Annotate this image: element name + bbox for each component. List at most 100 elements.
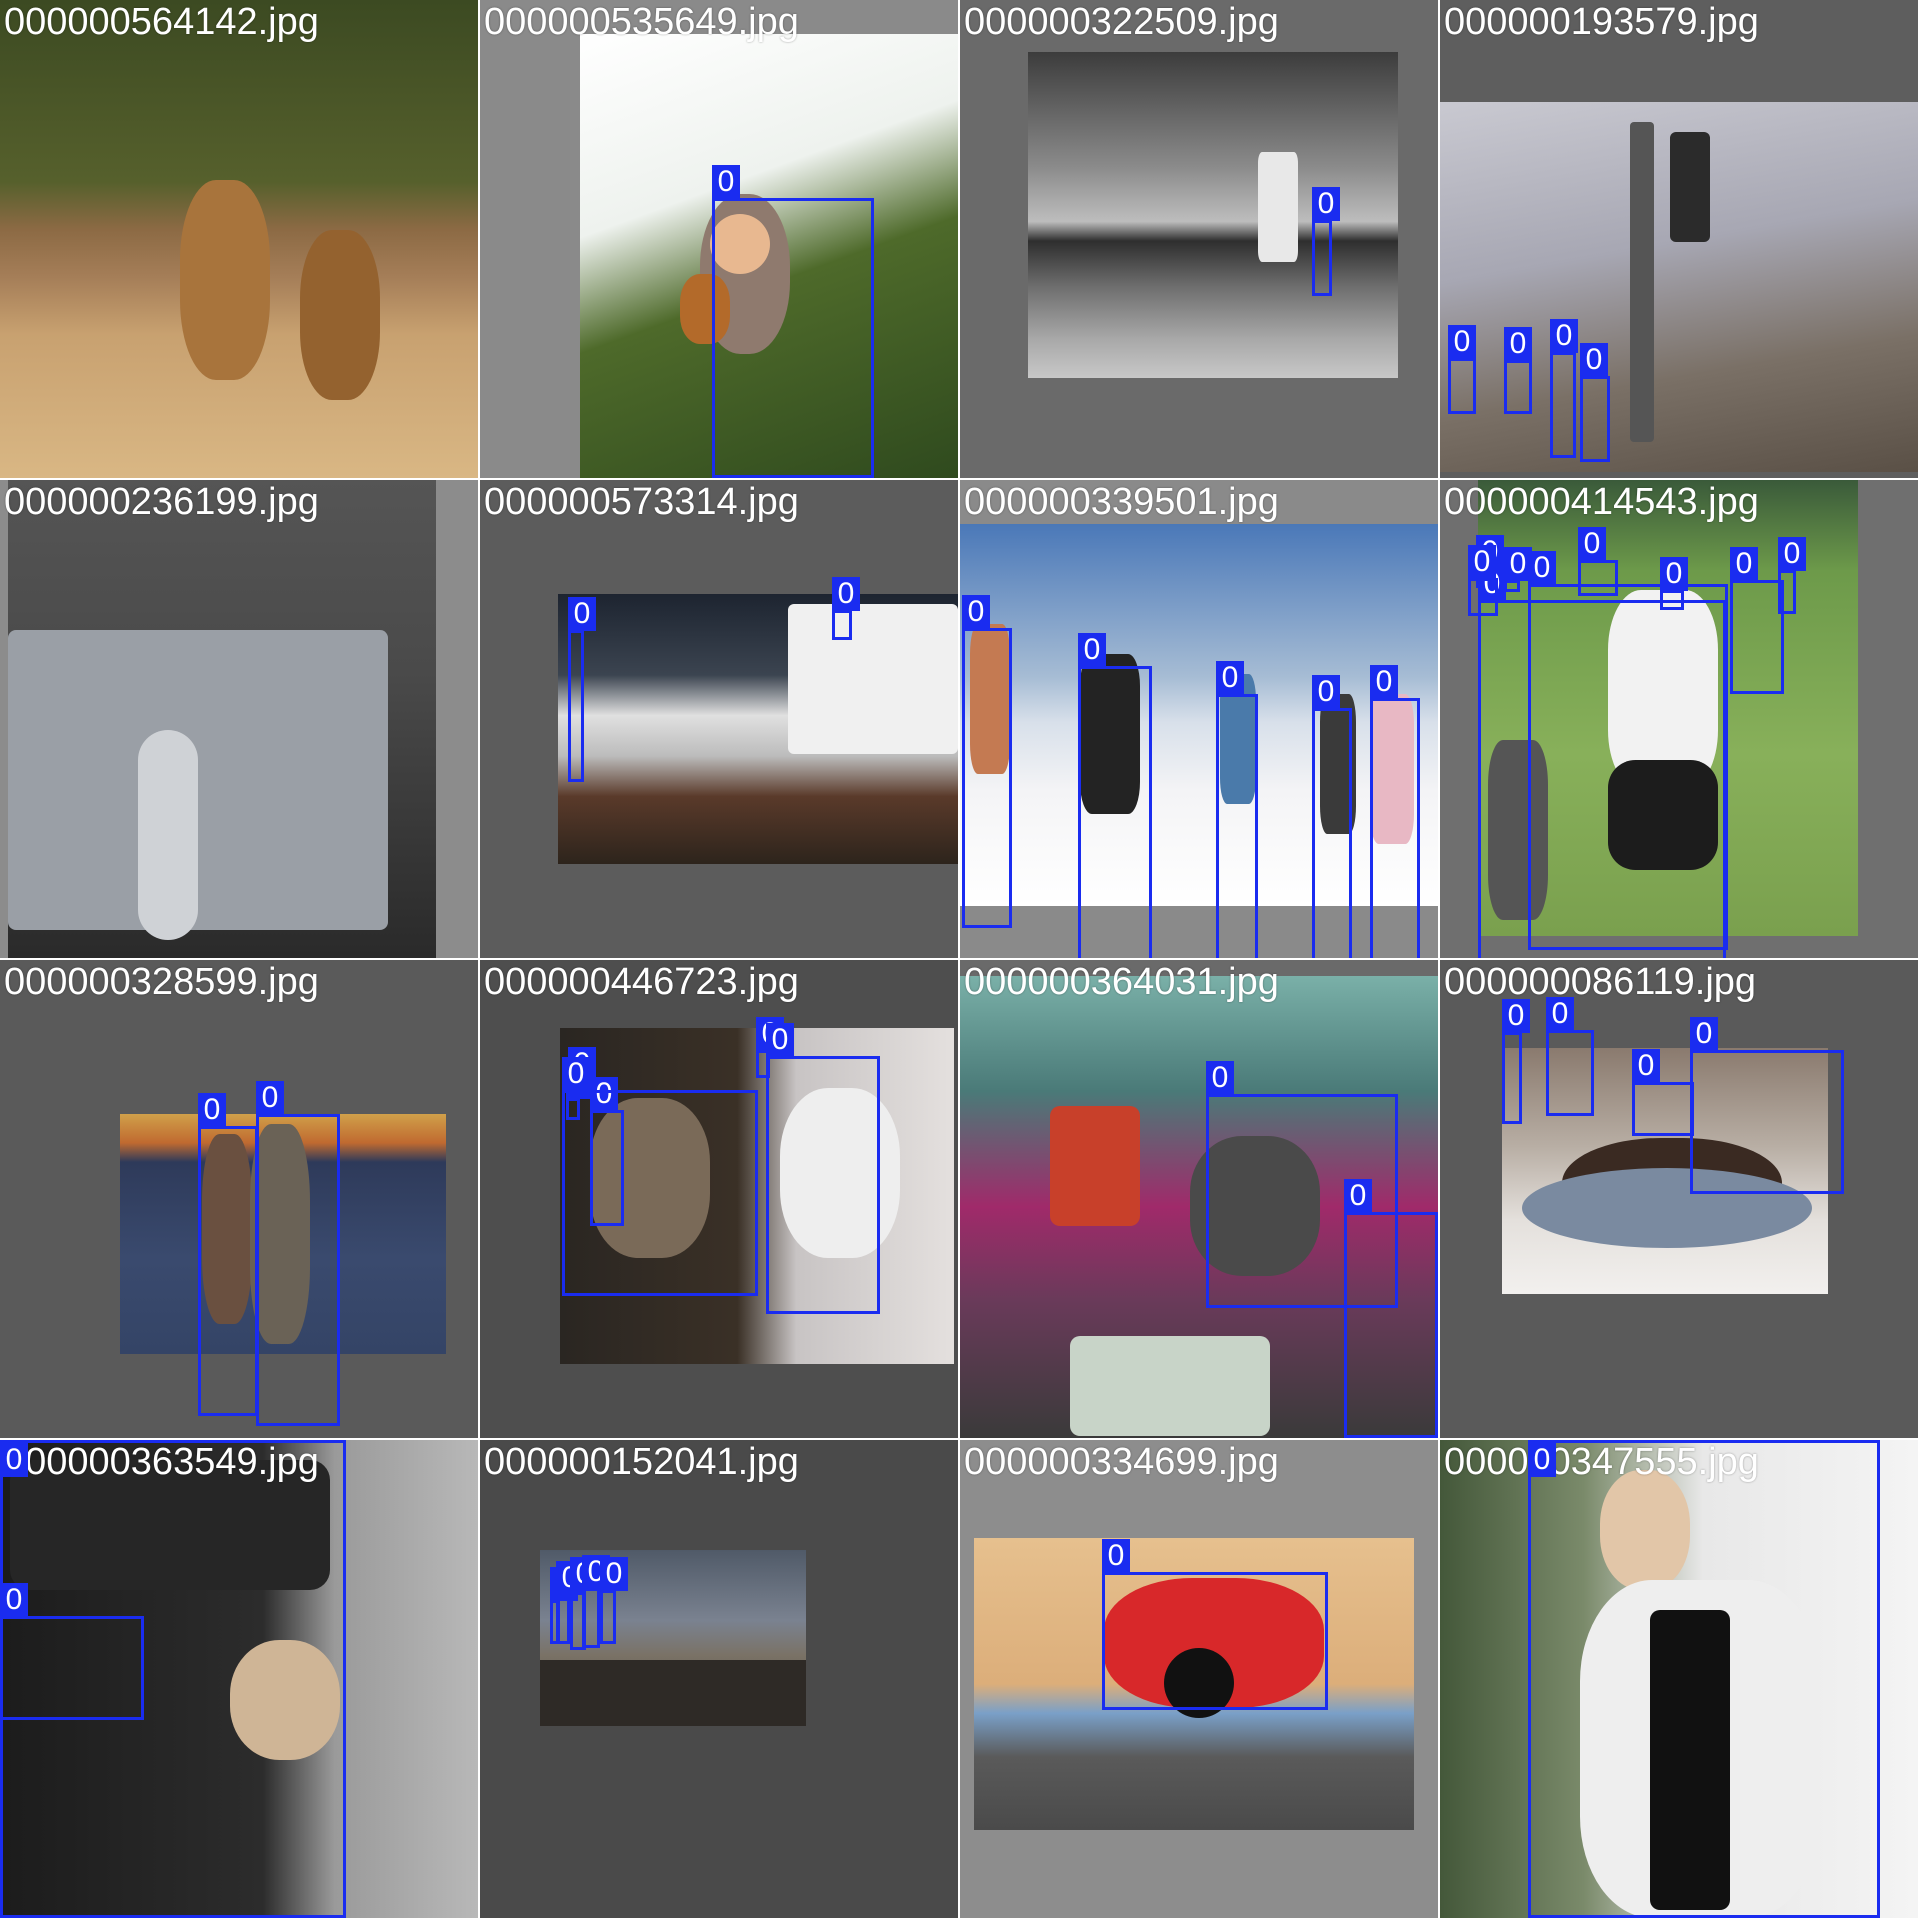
detection-box: 0 xyxy=(1730,547,1784,694)
detection-box: 0 xyxy=(556,1561,584,1644)
grid-tile: 000000086119.jpg 0 0 0 0 xyxy=(1440,960,1918,1438)
grid-tile: 000000363549.jpg 0 0 xyxy=(0,1440,478,1918)
detection-label: 0 xyxy=(832,577,860,611)
grid-tile: 000000328599.jpg 0 0 xyxy=(0,960,478,1438)
detection-box: 0 xyxy=(1550,319,1578,458)
detection-label: 0 xyxy=(1778,537,1806,571)
detection-label: 0 xyxy=(1578,527,1606,561)
tile-filename: 000000446723.jpg xyxy=(484,961,799,1003)
detection-label: 0 xyxy=(1528,551,1556,585)
detection-label: 0 xyxy=(1312,187,1340,221)
tile-filename: 000000573314.jpg xyxy=(484,481,799,523)
detection-box: 0 xyxy=(1690,1017,1844,1194)
tile-photo xyxy=(558,594,958,864)
detection-label: 0 xyxy=(1632,1049,1660,1083)
tile-photo xyxy=(1028,52,1398,378)
grid-tile: 000000414543.jpg000000000 xyxy=(1440,480,1918,958)
detection-box: 0 xyxy=(582,1555,610,1648)
detection-box: 0 xyxy=(962,595,1012,928)
grid-tile: 000000334699.jpg 0 xyxy=(960,1440,1438,1918)
detection-box: 0 xyxy=(0,1583,144,1720)
tile-filename: 000000152041.jpg xyxy=(484,1441,799,1483)
detection-box: 0 xyxy=(198,1093,258,1416)
detection-label: 0 xyxy=(256,1081,284,1115)
detection-label: 0 xyxy=(1312,675,1340,709)
detection-label: 0 xyxy=(1216,661,1244,695)
detection-label: 0 xyxy=(1690,1017,1718,1051)
detection-box: 0 xyxy=(1312,187,1340,296)
grid-tile: 000000339501.jpg 0 0 0 0 0 xyxy=(960,480,1438,958)
tile-filename: 000000328599.jpg xyxy=(4,961,319,1003)
tile-filename: 000000364031.jpg xyxy=(964,961,1279,1003)
detection-box: 0 xyxy=(256,1081,340,1426)
grid-tile: 000000446723.jpg000000 xyxy=(480,960,958,1438)
detection-label: 0 xyxy=(1546,997,1574,1031)
tile-filename: 000000086119.jpg xyxy=(1444,961,1757,1003)
tile-filename: 000000236199.jpg xyxy=(4,481,319,523)
detection-box: 0 xyxy=(832,577,860,640)
detection-label: 0 xyxy=(712,165,740,199)
detection-label: 0 xyxy=(1206,1061,1234,1095)
grid-tile: 000000535649.jpg 0 xyxy=(480,0,958,478)
detection-label: 0 xyxy=(1528,1443,1556,1477)
grid-tile: 000000236199.jpg xyxy=(0,480,478,958)
detection-box: 0 xyxy=(562,1057,758,1296)
detection-label: 0 xyxy=(562,1057,590,1091)
detection-label: 0 xyxy=(962,595,990,629)
detection-label: 0 xyxy=(1370,665,1398,699)
detection-box: 0 xyxy=(1102,1539,1328,1710)
detection-label: 0 xyxy=(198,1093,226,1127)
detection-box: 0 xyxy=(1478,567,1726,958)
tile-filename: 000000193579.jpg xyxy=(1444,1,1759,43)
detection-box: 0 xyxy=(1312,675,1352,958)
grid-tile: 000000347555.jpg 0 xyxy=(1440,1440,1918,1918)
image-grid: 000000564142.jpg 000000535649.jpg 0 0000003… xyxy=(0,0,1920,1920)
detection-box: 0 xyxy=(1344,1179,1438,1438)
tile-photo xyxy=(0,0,478,478)
grid-tile: 000000564142.jpg xyxy=(0,0,478,478)
detection-box: 0 xyxy=(1448,325,1476,414)
detection-box: 0 xyxy=(1580,343,1610,462)
detection-label: 0 xyxy=(1344,1179,1372,1213)
tile-photo xyxy=(960,524,1438,906)
detection-label: 0 xyxy=(1730,547,1758,581)
tile-filename: 000000414543.jpg xyxy=(1444,481,1759,523)
grid-tile: 000000322509.jpg 0 xyxy=(960,0,1438,478)
detection-box: 0 xyxy=(1546,997,1594,1116)
grid-tile: 000000152041.jpg00000 xyxy=(480,1440,958,1918)
detection-box: 0 xyxy=(1504,547,1532,592)
detection-box: 0 xyxy=(1370,665,1420,958)
detection-box: 0 xyxy=(1504,327,1532,414)
tile-photo xyxy=(8,480,436,958)
detection-label: 0 xyxy=(0,1583,28,1617)
detection-label: 0 xyxy=(0,1443,28,1477)
detection-box: 0 xyxy=(1502,999,1530,1124)
detection-label: 0 xyxy=(1078,633,1106,667)
detection-box: 0 xyxy=(1632,1049,1694,1136)
detection-label: 0 xyxy=(568,597,596,631)
detection-box: 0 xyxy=(712,165,874,478)
grid-tile: 000000364031.jpg 0 0 xyxy=(960,960,1438,1438)
tile-filename: 000000339501.jpg xyxy=(964,481,1279,523)
detection-box: 0 xyxy=(1778,537,1806,614)
detection-box: 0 xyxy=(1078,633,1152,958)
detection-label: 0 xyxy=(1448,325,1476,359)
detection-box: 0 xyxy=(766,1023,880,1314)
detection-box: 0 xyxy=(1528,1440,1880,1918)
tile-photo xyxy=(1440,102,1918,472)
tile-filename: 000000564142.jpg xyxy=(4,1,319,43)
tile-filename: 000000334699.jpg xyxy=(964,1441,1279,1483)
detection-box: 0 xyxy=(600,1557,628,1644)
detection-label: 0 xyxy=(1504,327,1532,361)
detection-label: 0 xyxy=(1580,343,1608,377)
detection-label: 0 xyxy=(1102,1539,1130,1573)
detection-box: 0 xyxy=(1216,661,1258,958)
detection-box: 0 xyxy=(568,597,596,782)
detection-label: 0 xyxy=(600,1557,628,1591)
detection-label: 0 xyxy=(1502,999,1530,1033)
tile-filename: 000000535649.jpg xyxy=(484,1,799,43)
grid-tile: 000000193579.jpg 0 0 0 0 xyxy=(1440,0,1918,478)
detection-label: 0 xyxy=(766,1023,794,1057)
grid-tile: 000000573314.jpg 0 0 xyxy=(480,480,958,958)
detection-box: 0 xyxy=(1468,545,1498,616)
